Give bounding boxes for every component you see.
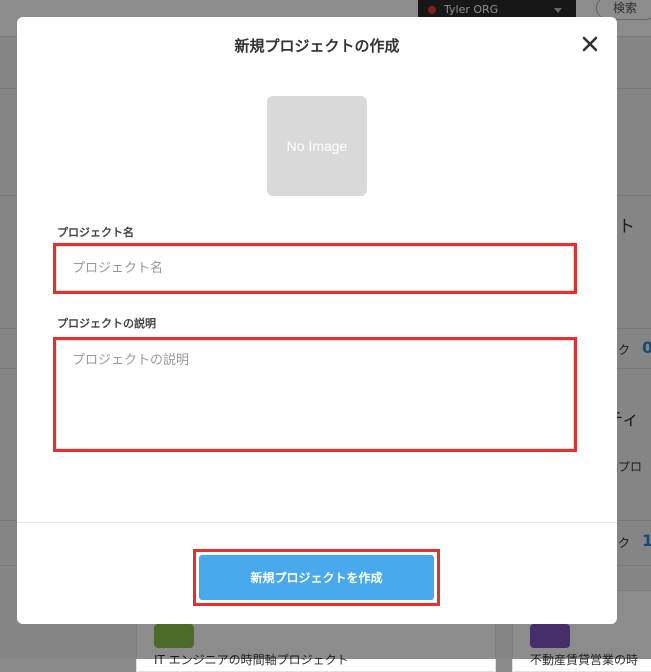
project-name-highlight — [53, 243, 577, 294]
modal-footer-divider — [17, 522, 617, 523]
image-placeholder-text: No Image — [286, 138, 348, 154]
project-description-highlight — [53, 337, 577, 452]
submit-highlight: 新規プロジェクトを作成 — [193, 549, 440, 606]
close-icon — [582, 36, 598, 52]
create-project-modal: 新規プロジェクトの作成 No Image プロジェクト名 プロジェクトの説明 新… — [17, 17, 617, 624]
project-description-label: プロジェクトの説明 — [57, 317, 156, 330]
project-name-label: プロジェクト名 — [57, 226, 134, 239]
project-image-upload[interactable]: No Image — [267, 96, 367, 196]
create-project-button[interactable]: 新規プロジェクトを作成 — [199, 555, 434, 600]
close-button[interactable] — [579, 33, 601, 55]
project-description-input[interactable] — [56, 340, 574, 449]
modal-title: 新規プロジェクトの作成 — [234, 37, 400, 55]
project-name-input[interactable] — [56, 246, 574, 291]
